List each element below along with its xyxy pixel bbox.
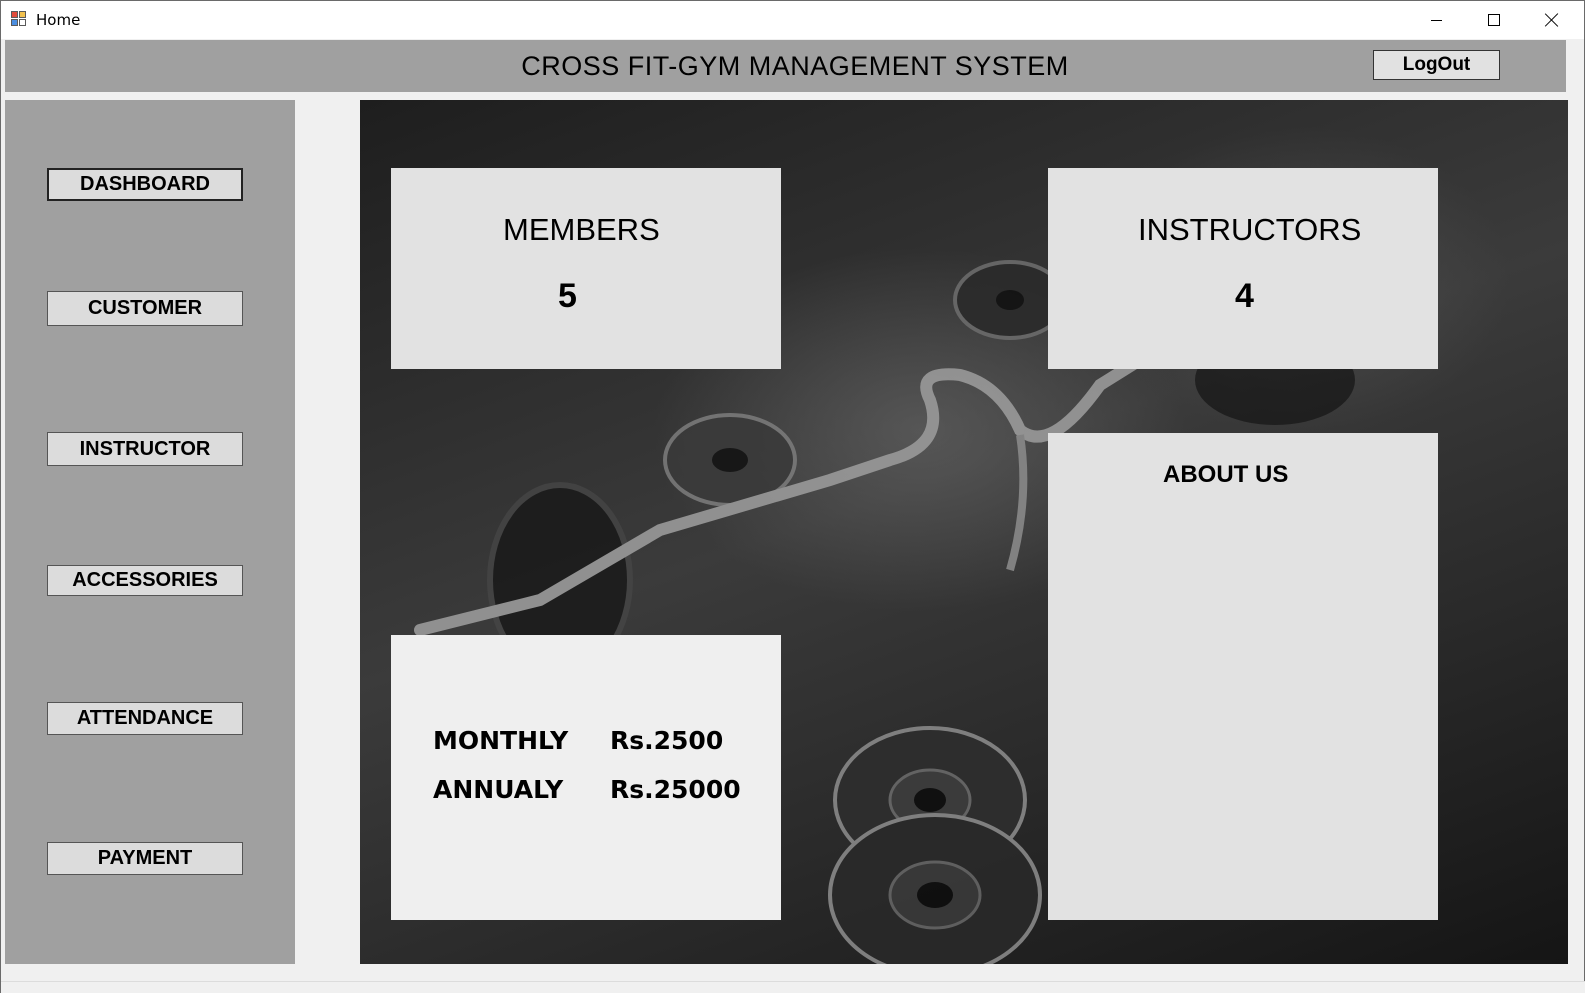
nav-accessories-button[interactable]: ACCESSORIES — [47, 565, 243, 596]
members-label: MEMBERS — [503, 212, 660, 247]
window-title: Home — [36, 11, 81, 29]
annual-plan-price: Rs.25000 — [610, 775, 741, 804]
logout-button[interactable]: LogOut — [1373, 50, 1500, 80]
annual-plan-label: ANNUALY — [433, 775, 564, 804]
dashboard-panel: MEMBERS 5 INSTRUCTORS 4 ABOUT US MONTHLY… — [360, 100, 1568, 964]
close-button[interactable] — [1523, 1, 1581, 39]
nav-instructor-button[interactable]: INSTRUCTOR — [47, 432, 243, 466]
pricing-card: MONTHLY Rs.2500 ANNUALY Rs.25000 — [391, 635, 781, 920]
instructors-label: INSTRUCTORS — [1138, 212, 1362, 247]
about-us-card: ABOUT US — [1048, 433, 1438, 920]
minimize-icon — [1430, 19, 1442, 21]
monthly-plan-price: Rs.2500 — [610, 726, 724, 755]
instructors-count: 4 — [1235, 277, 1254, 315]
app-icon — [11, 11, 29, 28]
title-bar[interactable]: Home — [1, 1, 1584, 39]
close-icon — [1545, 13, 1559, 27]
members-card: MEMBERS 5 — [391, 168, 781, 369]
instructors-card: INSTRUCTORS 4 — [1048, 168, 1438, 369]
nav-customer-button[interactable]: CUSTOMER — [47, 291, 243, 326]
minimize-button[interactable] — [1407, 1, 1465, 39]
app-window: Home CROSS FIT-GYM MANAGEMENT SYSTEM Log… — [0, 0, 1585, 993]
nav-attendance-button[interactable]: ATTENDANCE — [47, 702, 243, 735]
about-us-label: ABOUT US — [1163, 461, 1289, 488]
maximize-icon — [1488, 14, 1500, 26]
window-bottom-edge — [1, 981, 1585, 993]
app-header: CROSS FIT-GYM MANAGEMENT SYSTEM LogOut — [5, 40, 1566, 92]
monthly-plan-label: MONTHLY — [433, 726, 569, 755]
members-count: 5 — [558, 277, 577, 315]
maximize-button[interactable] — [1465, 1, 1523, 39]
nav-payment-button[interactable]: PAYMENT — [47, 842, 243, 875]
nav-dashboard-button[interactable]: DASHBOARD — [47, 168, 243, 201]
page-title: CROSS FIT-GYM MANAGEMENT SYSTEM — [521, 51, 1069, 81]
sidebar: DASHBOARD CUSTOMER INSTRUCTOR ACCESSORIE… — [5, 100, 295, 964]
